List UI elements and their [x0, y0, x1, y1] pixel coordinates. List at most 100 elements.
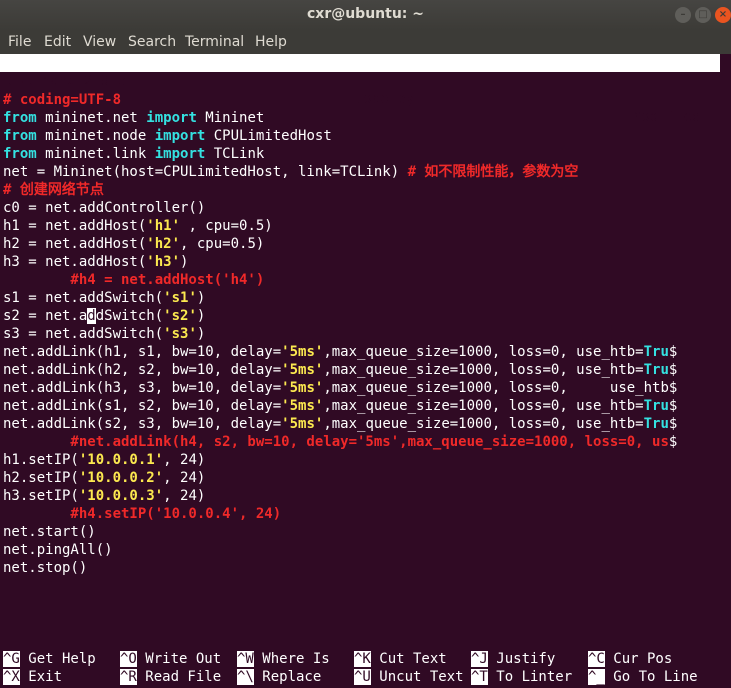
menu-bar: File Edit View Search Terminal Help	[0, 30, 731, 54]
code-text: h3 = net.addHost(	[3, 254, 147, 270]
shortcut-cut-text[interactable]: ^K Cut Text	[354, 650, 447, 668]
code-text: s2 = net.a	[3, 308, 88, 324]
shortcut-key: ^U	[354, 669, 371, 685]
code-string: '10.0.0.1'	[78, 452, 164, 468]
code-text: Mininet	[196, 110, 265, 126]
shortcut-key: ^\	[237, 669, 254, 685]
menu-edit[interactable]: Edit	[44, 34, 71, 50]
shortcut-justify[interactable]: ^J Justify	[471, 650, 555, 668]
keyword-true: Tru	[643, 344, 669, 360]
code-line-24: #h4.setIP('10.0.0.4', 24)	[3, 506, 282, 522]
nano-header-bar: GNU nano 2.9.3 topo.py Modified	[0, 54, 720, 125]
code-line-3: from mininet.node import CPULimitedHost	[3, 127, 332, 145]
code-line-21: h1.setIP('10.0.0.1', 24)	[3, 451, 205, 469]
code-text: h2.setIP(	[3, 470, 79, 486]
keyword-import: import	[154, 128, 206, 144]
code-line-6: # 创建网络节点	[3, 182, 104, 198]
code-line-19: net.addLink(s2, s3, bw=10, delay='5ms',m…	[3, 415, 677, 433]
shortcut-label: Cur Pos	[604, 651, 673, 667]
code-string: '5ms'	[281, 380, 324, 396]
shortcut-exit[interactable]: ^X Exit	[3, 668, 62, 686]
code-string: '10.0.0.2'	[78, 470, 164, 486]
code-line-23: h3.setIP('10.0.0.3', 24)	[3, 487, 205, 505]
minimize-button[interactable]: –	[675, 7, 691, 23]
shortcut-cur-pos[interactable]: ^C Cur Pos	[588, 650, 672, 668]
code-comment: # 如不限制性能，参数为空	[407, 164, 579, 180]
code-text: )	[196, 308, 206, 324]
truncation-marker: $	[668, 362, 678, 378]
menu-view[interactable]: View	[83, 34, 116, 50]
shortcut-get-help[interactable]: ^G Get Help	[3, 650, 96, 668]
code-line-27: net.stop()	[3, 560, 88, 576]
code-string: 'h1'	[146, 218, 181, 234]
code-text: ,max_queue_size=1000, loss=0, use_htb=	[323, 362, 644, 378]
code-string: '5ms'	[281, 416, 324, 432]
nano-version: GNU nano 2.9.3	[8, 73, 127, 89]
terminal-area[interactable]: GNU nano 2.9.3 topo.py Modified # coding…	[0, 54, 731, 688]
shortcut-to-linter[interactable]: ^T To Linter	[471, 668, 572, 686]
code-text: )	[196, 290, 206, 306]
code-text: s1 = net.addSwitch(	[3, 290, 164, 306]
shortcut-go-to-line[interactable]: ^_ Go To Line	[588, 668, 698, 686]
shortcut-key: ^G	[3, 651, 20, 667]
keyword-from: from	[3, 146, 37, 162]
code-text: h2 = net.addHost(	[3, 236, 147, 252]
menu-terminal[interactable]: Terminal	[185, 34, 244, 50]
shortcut-label: Write Out	[136, 651, 222, 667]
code-text: , cpu=0.5)	[180, 236, 265, 252]
code-line-16: net.addLink(h2, s2, bw=10, delay='5ms',m…	[3, 361, 677, 379]
code-text: dSwitch(	[95, 308, 164, 324]
code-string: 'h3'	[146, 254, 181, 270]
close-button[interactable]: ×	[715, 7, 731, 23]
code-line-17: net.addLink(h3, s3, bw=10, delay='5ms',m…	[3, 379, 677, 397]
code-line-22: h2.setIP('10.0.0.2', 24)	[3, 469, 205, 487]
shortcut-replace[interactable]: ^\ Replace	[237, 668, 321, 686]
truncation-marker: $	[668, 344, 678, 360]
keyword-true: Tru	[643, 416, 669, 432]
code-text: , cpu=0.5)	[180, 218, 273, 234]
menu-help[interactable]: Help	[255, 34, 287, 50]
code-line-14: s3 = net.addSwitch('s3')	[3, 325, 205, 343]
code-string: 's3'	[163, 326, 197, 342]
keyword-import: import	[146, 110, 197, 126]
menu-search[interactable]: Search	[128, 34, 176, 50]
shortcut-key: ^X	[3, 669, 20, 685]
code-text: , 24)	[163, 470, 206, 486]
code-text: ,max_queue_size=1000, loss=0, use_htb	[323, 380, 669, 396]
shortcut-label: Go To Line	[604, 669, 698, 685]
keyword-from: from	[3, 110, 37, 126]
shortcut-write-out[interactable]: ^O Write Out	[120, 650, 221, 668]
code-text: ,max_queue_size=1000, loss=0, use_htb=	[323, 416, 644, 432]
shortcut-label: Exit	[19, 669, 63, 685]
maximize-button[interactable]: □	[695, 7, 711, 23]
code-string: 's2'	[163, 308, 197, 324]
shortcut-label: Uncut Text	[370, 669, 464, 685]
code-line-26: net.pingAll()	[3, 542, 113, 558]
code-line-20: #net.addLink(h4, s2, bw=10, delay='5ms',…	[3, 433, 677, 451]
shortcut-key: ^K	[354, 651, 371, 667]
code-text: mininet.link	[36, 146, 155, 162]
shortcut-label: Read File	[136, 669, 222, 685]
code-string: '5ms'	[281, 362, 324, 378]
keyword-import: import	[154, 146, 206, 162]
menu-file[interactable]: File	[8, 34, 31, 50]
code-string: '5ms'	[281, 344, 324, 360]
code-text: , 24)	[163, 488, 206, 504]
keyword-from: from	[3, 128, 37, 144]
shortcut-uncut-text[interactable]: ^U Uncut Text	[354, 668, 464, 686]
code-line-18: net.addLink(s1, s2, bw=10, delay='5ms',m…	[3, 397, 677, 415]
shortcut-label: To Linter	[487, 669, 573, 685]
shortcut-where-is[interactable]: ^W Where Is	[237, 650, 330, 668]
code-text: net.addLink(h1, s1, bw=10, delay=	[3, 344, 282, 360]
code-text: TCLink	[205, 146, 265, 162]
code-text: s3 = net.addSwitch(	[3, 326, 164, 342]
keyword-true: Tru	[643, 362, 669, 378]
code-line-15: net.addLink(h1, s1, bw=10, delay='5ms',m…	[3, 343, 677, 361]
code-line-12: s1 = net.addSwitch('s1')	[3, 289, 205, 307]
code-line-8: h1 = net.addHost('h1' , cpu=0.5)	[3, 217, 273, 235]
code-text: CPULimitedHost	[205, 128, 332, 144]
code-text: h1.setIP(	[3, 452, 79, 468]
title-bar[interactable]: cxr@ubuntu: ~ – □ ×	[0, 0, 731, 30]
shortcut-read-file[interactable]: ^R Read File	[120, 668, 221, 686]
code-text: mininet.node	[36, 128, 155, 144]
